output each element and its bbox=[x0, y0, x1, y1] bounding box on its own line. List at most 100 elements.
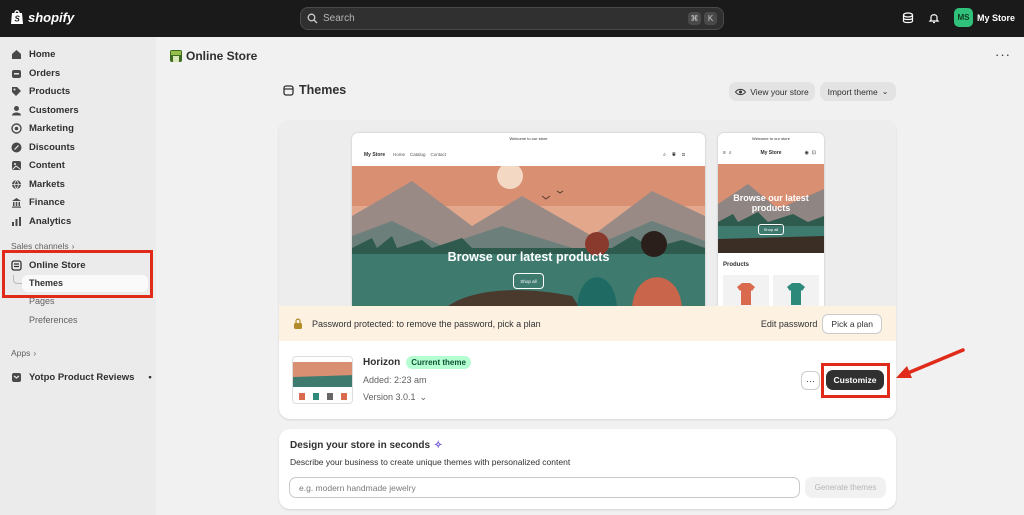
mobile-preview: Welcome to our store My Store ≡⌕ ◉⊡ Brow… bbox=[718, 133, 824, 311]
theme-name-row: Horizon Current theme bbox=[363, 356, 471, 369]
sidebar-item-content[interactable]: Content bbox=[11, 157, 65, 173]
design-prompt-input[interactable]: e.g. modern handmade jewelry bbox=[289, 477, 800, 498]
apps-header[interactable]: Apps › bbox=[11, 348, 36, 358]
sparkle-icon: ✧ bbox=[434, 440, 443, 451]
sidebar-item-analytics[interactable]: Analytics bbox=[11, 213, 71, 229]
page-title-text: Themes bbox=[299, 83, 347, 97]
design-store-card: Design your store in seconds ✧ Describe … bbox=[279, 429, 896, 509]
sidebar-item-markets[interactable]: Markets bbox=[11, 176, 65, 192]
bank-icon bbox=[12, 197, 21, 208]
store-switch-icon[interactable] bbox=[902, 11, 914, 24]
sidebar-item-label: Orders bbox=[29, 67, 61, 79]
arrow-pointer-icon bbox=[896, 348, 965, 378]
theme-thumbnail-image bbox=[293, 362, 352, 400]
svg-text:S: S bbox=[15, 15, 21, 24]
current-theme-badge: Current theme bbox=[406, 356, 471, 369]
design-title-row: Design your store in seconds ✧ bbox=[290, 440, 442, 451]
search-icon bbox=[307, 13, 318, 24]
highlight-online-store-box bbox=[2, 250, 153, 298]
pick-plan-button[interactable]: Pick a plan bbox=[822, 313, 882, 334]
sidebar-item-label: Customers bbox=[29, 104, 79, 116]
page-title: Themes bbox=[283, 83, 346, 97]
sidebar-item-label: Markets bbox=[29, 178, 65, 190]
import-theme-label: Import theme bbox=[827, 86, 878, 97]
orders-icon bbox=[12, 69, 21, 78]
preview-nav: Home Catalog Contact bbox=[393, 152, 446, 157]
sidebar-item-orders[interactable]: Orders bbox=[11, 65, 60, 81]
sidebar-item-label: Yotpo Product Reviews bbox=[29, 371, 135, 383]
yotpo-app-icon bbox=[12, 372, 21, 382]
store-menu[interactable]: MS My Store bbox=[953, 8, 1015, 27]
edit-password-link[interactable]: Edit password bbox=[761, 319, 818, 329]
page-header: Online Store bbox=[170, 49, 257, 63]
discount-icon bbox=[11, 142, 22, 152]
preview-hero-title: Browse our latest products bbox=[447, 250, 610, 264]
mobile-preview-shop-all-button: Shop all bbox=[758, 224, 784, 235]
sidebar-item-marketing[interactable]: Marketing bbox=[11, 120, 74, 136]
theme-card: Welcome to our store My Store Home Catal… bbox=[279, 120, 896, 419]
shopify-bag-icon: S bbox=[11, 10, 23, 24]
page-header-title: Online Store bbox=[186, 49, 258, 63]
sidebar-item-label: Home bbox=[29, 48, 56, 60]
home-icon bbox=[12, 49, 21, 59]
desktop-preview: Welcome to our store My Store Home Catal… bbox=[352, 133, 705, 311]
target-icon bbox=[11, 122, 22, 134]
chevron-down-icon: ⌄ bbox=[881, 87, 889, 96]
sidebar-item-yotpo[interactable]: Yotpo Product Reviews • bbox=[11, 369, 152, 385]
person-icon bbox=[12, 105, 21, 115]
shopify-logo[interactable]: S shopify bbox=[10, 9, 74, 25]
view-store-label: View your store bbox=[750, 86, 809, 97]
theme-thumbnail bbox=[292, 356, 353, 404]
sidebar-item-products[interactable]: Products bbox=[11, 83, 70, 99]
tag-icon bbox=[12, 86, 21, 96]
main-content: Online Store ··· Themes View your store … bbox=[156, 37, 1024, 515]
bell-icon[interactable] bbox=[928, 12, 940, 24]
sidebar: Home Orders Products Customers Marketing… bbox=[0, 37, 156, 515]
theme-name: Horizon bbox=[363, 357, 401, 368]
sidebar-item-finance[interactable]: Finance bbox=[11, 194, 65, 210]
import-theme-button[interactable]: Import theme ⌄ bbox=[820, 82, 896, 101]
preview-shop-all-button: Shop all bbox=[513, 273, 544, 289]
mobile-preview-cart-icons: ◉⊡ bbox=[804, 150, 819, 156]
preview-header-icons: ⌕◉⊡ bbox=[663, 152, 691, 158]
chevron-right-icon: › bbox=[33, 348, 37, 358]
mobile-preview-welcome: Welcome to our store bbox=[752, 136, 790, 141]
theme-more-actions-button[interactable]: ··· bbox=[801, 371, 820, 390]
sidebar-subitem-preferences[interactable]: Preferences bbox=[29, 315, 78, 325]
sidebar-item-label: Analytics bbox=[29, 215, 72, 227]
generate-themes-button[interactable]: Generate themes bbox=[805, 477, 886, 498]
mobile-preview-products-heading: Products bbox=[723, 262, 750, 268]
sidebar-item-label: Discounts bbox=[29, 141, 75, 153]
design-title: Design your store in seconds bbox=[290, 440, 431, 451]
sidebar-item-discounts[interactable]: Discounts bbox=[11, 139, 75, 155]
more-actions-icon[interactable]: ··· bbox=[995, 47, 1011, 62]
sidebar-item-label: Finance bbox=[29, 196, 65, 208]
preview-nav-contact: Contact bbox=[430, 152, 447, 157]
store-name: My Store bbox=[976, 12, 1015, 23]
chevron-down-icon: ⌄ bbox=[419, 392, 428, 402]
theme-version[interactable]: Version 3.0.1 ⌄ bbox=[363, 392, 427, 403]
apps-label: Apps bbox=[11, 348, 31, 358]
pin-dot-icon: • bbox=[148, 371, 152, 383]
view-store-button[interactable]: View your store bbox=[729, 82, 815, 101]
preview-nav-home: Home bbox=[393, 152, 406, 157]
shortcut-cmd-key: ⌘ bbox=[688, 12, 701, 25]
eye-icon bbox=[735, 88, 747, 95]
design-prompt-placeholder: e.g. modern handmade jewelry bbox=[299, 482, 416, 493]
sidebar-item-customers[interactable]: Customers bbox=[11, 102, 79, 118]
preview-store-name: My Store bbox=[364, 152, 386, 158]
shortcut-k-key: K bbox=[704, 12, 717, 25]
sidebar-item-home[interactable]: Home bbox=[11, 46, 55, 62]
sidebar-item-label: Products bbox=[29, 85, 71, 97]
preview-hero-illustration bbox=[352, 166, 705, 311]
search-bar[interactable]: Search ⌘ K bbox=[300, 7, 724, 30]
mobile-preview-hero-title: Browse our latest products bbox=[733, 193, 809, 213]
content-icon bbox=[12, 160, 21, 170]
sidebar-item-label: Content bbox=[29, 159, 65, 171]
theme-version-text: Version 3.0.1 bbox=[363, 392, 416, 402]
search-placeholder: Search bbox=[323, 13, 355, 24]
mobile-preview-menu-icons: ≡⌕ bbox=[723, 150, 735, 156]
theme-icon bbox=[283, 84, 294, 96]
lock-icon bbox=[294, 318, 302, 329]
theme-added-time: Added: 2:23 am bbox=[363, 375, 427, 385]
